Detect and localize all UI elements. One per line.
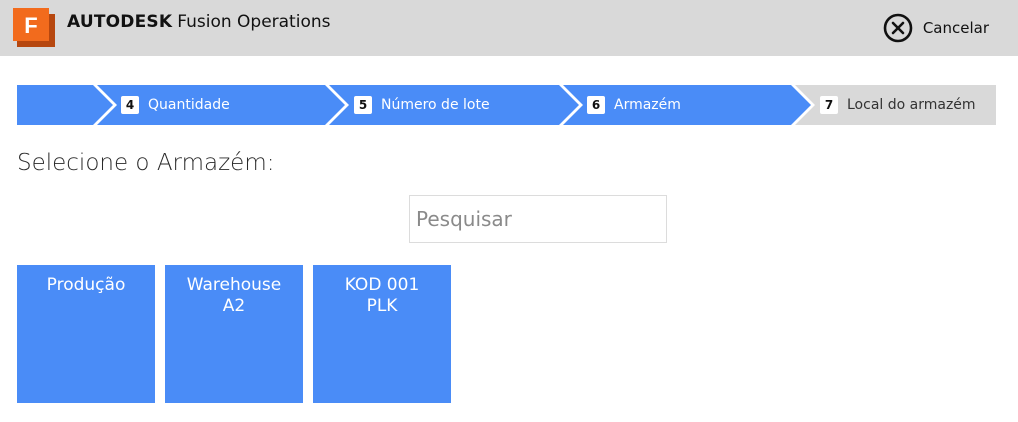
cancel-label[interactable]: Cancelar bbox=[923, 19, 989, 37]
tile-label-line1: Warehouse bbox=[186, 275, 282, 295]
step-segment-prev[interactable] bbox=[17, 85, 113, 125]
step-label: Número de lote bbox=[381, 97, 490, 113]
tile-label-line1: Produção bbox=[46, 275, 126, 295]
step-number: 6 bbox=[587, 96, 605, 114]
step-number: 7 bbox=[820, 96, 838, 114]
close-circle-icon[interactable] bbox=[883, 13, 913, 43]
tile-label-line2: PLK bbox=[366, 296, 398, 316]
tile-label-line2: A2 bbox=[222, 296, 246, 316]
step-local-armazem: 7 Local do armazém bbox=[820, 94, 976, 116]
wizard-stepper: 4 Quantidade 5 Número de lote 6 Armazém … bbox=[17, 85, 996, 125]
step-number: 4 bbox=[121, 96, 139, 114]
app-header: F AUTODESK Fusion Operations Cancelar bbox=[0, 0, 1018, 56]
search-input[interactable] bbox=[409, 195, 667, 243]
step-label: Local do armazém bbox=[847, 97, 976, 113]
step-armazem[interactable]: 6 Armazém bbox=[587, 94, 681, 116]
warehouse-tile-warehouse-a2[interactable]: Warehouse A2 bbox=[165, 265, 303, 403]
company-name: AUTODESK bbox=[67, 12, 173, 32]
step-label: Armazém bbox=[614, 97, 681, 113]
step-label: Quantidade bbox=[148, 97, 230, 113]
cancel-button[interactable]: Cancelar bbox=[883, 13, 989, 43]
warehouse-tile-producao[interactable]: Produção bbox=[17, 265, 155, 403]
logo-letter: F bbox=[24, 13, 37, 38]
step-number: 5 bbox=[354, 96, 372, 114]
warehouse-tile-kod-001-plk[interactable]: KOD 001 PLK bbox=[313, 265, 451, 403]
fusion-logo-icon: F bbox=[13, 8, 55, 47]
page-title: Selecione o Armazém: bbox=[17, 150, 275, 176]
step-numero-lote[interactable]: 5 Número de lote bbox=[354, 94, 490, 116]
warehouse-list: Produção Warehouse A2 KOD 001 PLK bbox=[17, 265, 461, 403]
product-name: Fusion Operations bbox=[177, 12, 331, 32]
brand-title: AUTODESK Fusion Operations bbox=[67, 12, 330, 32]
tile-label-line1: KOD 001 bbox=[344, 275, 420, 295]
step-quantidade[interactable]: 4 Quantidade bbox=[121, 94, 230, 116]
